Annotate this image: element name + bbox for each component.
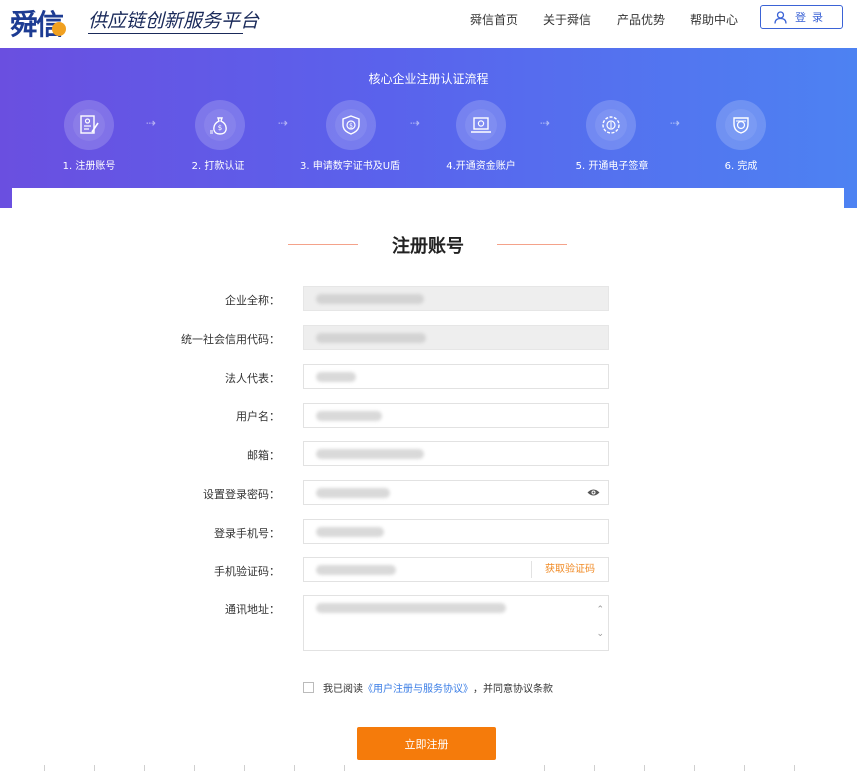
step-4-label: 4.开通资金账户 (446, 161, 516, 172)
agreement-checkbox[interactable] (303, 682, 314, 693)
svg-text:$: $ (349, 123, 353, 130)
step-5-label: 5. 开通电子签章 (575, 161, 649, 172)
username-label: 用户名： (236, 410, 280, 423)
register-document-icon (80, 115, 99, 134)
blurred-value (316, 411, 382, 421)
credit-code-field (303, 325, 609, 350)
blurred-value (316, 294, 424, 304)
ruler-tick (794, 765, 795, 771)
ruler-tick (544, 765, 545, 771)
page-title: 注册账号 (392, 236, 464, 257)
email-label: 邮箱： (247, 449, 280, 462)
ruler-tick (44, 765, 45, 771)
step-arrow-icon: ⇢ (540, 116, 551, 130)
process-banner: 核心企业注册认证流程 1. 注册账号 ⇢ $ 2. 打款认证 ⇢ $ 3. 申请… (0, 48, 857, 208)
laptop-account-icon (471, 117, 491, 133)
agreement-suffix: ，并同意协议条款 (473, 684, 553, 695)
eye-icon[interactable] (587, 488, 600, 497)
ruler-tick (694, 765, 695, 771)
address-textarea[interactable]: ⌃ ⌄ (303, 595, 609, 651)
ruler-tick (194, 765, 195, 771)
chevron-down-icon[interactable]: ⌄ (596, 629, 604, 639)
blurred-value (316, 372, 356, 382)
step-arrow-icon: ⇢ (670, 116, 681, 130)
blurred-value (316, 565, 396, 575)
nav-about[interactable]: 关于舜信 (543, 11, 591, 31)
title-divider-right (497, 244, 567, 245)
shield-certificate-icon: $ (342, 115, 360, 135)
blurred-value (316, 488, 390, 498)
step-6-icon-wrap (716, 100, 766, 150)
logo[interactable]: 舜信 (10, 6, 67, 41)
step-1-label: 1. 注册账号 (62, 161, 116, 172)
ruler-tick (594, 765, 595, 771)
logo-dot-icon (52, 22, 67, 36)
agreement-link[interactable]: 《用户注册与服务协议》 (363, 680, 473, 695)
sms-code-field[interactable]: 获取验证码 (303, 557, 609, 582)
step-3-icon-wrap: $ (326, 100, 376, 150)
agreement-row: 我已阅读 《用户注册与服务协议》 ，并同意协议条款 (303, 680, 553, 695)
ruler-tick (294, 765, 295, 771)
phone-label: 登录手机号： (214, 527, 280, 540)
slogan: 供应链创新服务平台 (88, 10, 260, 32)
login-label: 登录 (795, 11, 829, 24)
banner-title: 核心企业注册认证流程 (368, 72, 489, 86)
legal-rep-label: 法人代表： (225, 372, 280, 385)
blurred-value (316, 449, 424, 459)
ruler-tick (244, 765, 245, 771)
ruler-tick (644, 765, 645, 771)
username-field[interactable] (303, 403, 609, 428)
svg-text:$: $ (218, 124, 222, 132)
ruler-tick (144, 765, 145, 771)
phone-field[interactable] (303, 519, 609, 544)
user-icon (774, 10, 787, 24)
seal-stamp-icon (602, 116, 620, 134)
register-submit-button[interactable]: 立即注册 (357, 727, 496, 760)
chevron-up-icon[interactable]: ⌃ (596, 605, 604, 615)
password-label: 设置登录密码： (203, 488, 280, 501)
company-name-field (303, 286, 609, 311)
completed-icon (733, 117, 749, 134)
get-code-button[interactable]: 获取验证码 (531, 561, 608, 578)
step-arrow-icon: ⇢ (278, 116, 289, 130)
step-1-icon-wrap (64, 100, 114, 150)
nav-products[interactable]: 产品优势 (617, 11, 665, 31)
address-label: 通讯地址： (225, 603, 280, 616)
step-6-label: 6. 完成 (724, 161, 758, 172)
step-5-icon-wrap (586, 100, 636, 150)
email-field[interactable] (303, 441, 609, 466)
blurred-value (316, 527, 384, 537)
money-bag-icon: $ (210, 117, 227, 135)
card-title-wrap: 注册账号 (12, 232, 844, 257)
top-header: 舜信 供应链创新服务平台 舜信首页 关于舜信 产品优势 帮助中心 登录 (0, 0, 857, 48)
step-arrow-icon: ⇢ (410, 116, 421, 130)
blurred-value (316, 603, 506, 613)
legal-rep-field[interactable] (303, 364, 609, 389)
step-2-icon-wrap: $ (195, 100, 245, 150)
step-4-icon-wrap (456, 100, 506, 150)
blurred-value (316, 333, 426, 343)
login-button[interactable]: 登录 (760, 5, 843, 29)
ruler-tick (344, 765, 345, 771)
nav-home[interactable]: 舜信首页 (470, 11, 518, 31)
ruler-tick (94, 765, 95, 771)
nav-help[interactable]: 帮助中心 (690, 11, 738, 31)
company-name-label: 企业全称： (225, 294, 280, 307)
step-arrow-icon: ⇢ (146, 116, 157, 130)
step-3-label: 3. 申请数字证书及U盾 (299, 161, 401, 172)
ruler-tick (744, 765, 745, 771)
agreement-prefix: 我已阅读 (323, 684, 363, 695)
password-field[interactable] (303, 480, 609, 505)
step-2-label: 2. 打款认证 (191, 161, 245, 172)
slogan-underline (88, 33, 243, 34)
credit-code-label: 统一社会信用代码： (181, 333, 280, 346)
sms-code-label: 手机验证码： (214, 565, 280, 578)
